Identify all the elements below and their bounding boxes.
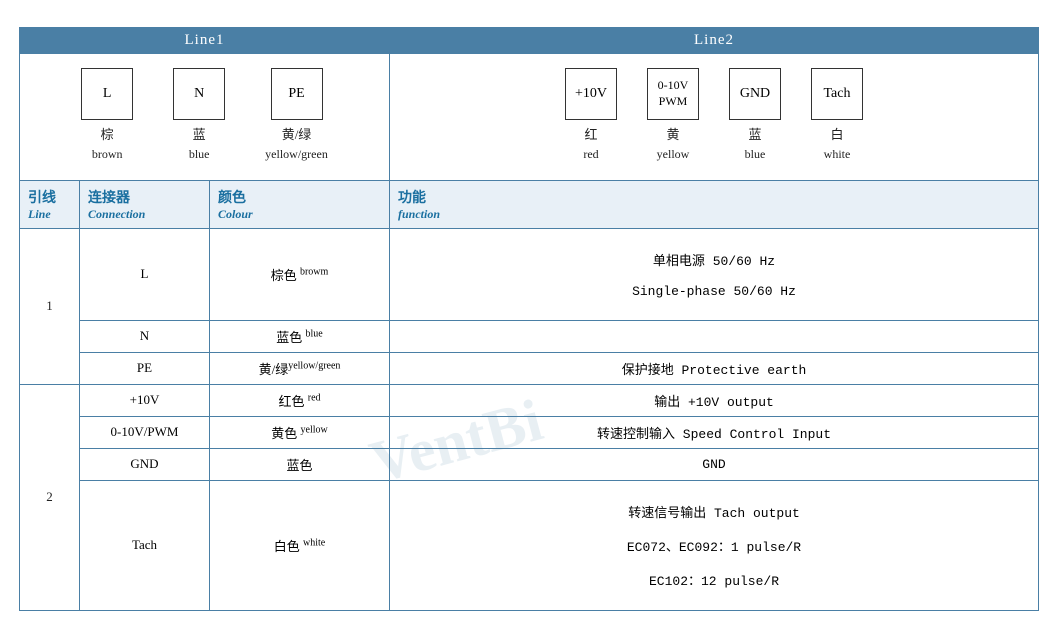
- connector-10V: +10V 红 red: [565, 68, 617, 162]
- table-row: Tach 白色 white 转速信号输出 Tach output EC072、E…: [20, 480, 1039, 610]
- connector-box-N: N: [173, 68, 225, 120]
- connector-cn-PWM: 黄: [666, 124, 679, 143]
- col-header-colour: 颜色 Colour: [210, 180, 390, 228]
- table-row: 1 L 棕色 browm 单相电源 50/60 Hz Single-phase …: [20, 228, 1039, 320]
- connection-GND: GND: [80, 448, 210, 480]
- table-row: PE 黄/绿yellow/green 保护接地 Protective earth: [20, 352, 1039, 384]
- connector-box-GND: GND: [729, 68, 781, 120]
- connector-box-L: L: [81, 68, 133, 120]
- function-Tach: 转速信号输出 Tach output EC072、EC092：1 pulse/R…: [390, 480, 1039, 610]
- line2-diagram: +10V 红 red 0-10V PWM 黄 yellow: [390, 53, 1039, 180]
- colour-white: 白色 white: [210, 480, 390, 610]
- colour-yellow: 黄色 yellow: [210, 416, 390, 448]
- connector-N: N 蓝 blue: [173, 68, 225, 162]
- connector-en-L: brown: [92, 147, 123, 162]
- function-10V: 输出 +10V output: [390, 384, 1039, 416]
- connector-cn-L: 棕: [101, 124, 114, 143]
- connector-symbol-L: L: [103, 86, 112, 102]
- col-connection-cn: 连接器: [88, 187, 201, 207]
- connector-en-GND: blue: [745, 147, 766, 162]
- function-PWM: 转速控制输入 Speed Control Input: [390, 416, 1039, 448]
- connector-symbol-GND: GND: [740, 86, 770, 102]
- connector-symbol-PWM-2: PWM: [659, 94, 688, 110]
- col-connection-en: Connection: [88, 207, 201, 222]
- function-L: 单相电源 50/60 Hz Single-phase 50/60 Hz: [390, 228, 1039, 320]
- connection-10V: +10V: [80, 384, 210, 416]
- connector-cn-10V: 红: [584, 124, 597, 143]
- col-line-en: Line: [28, 207, 71, 222]
- main-table: Line1 Line2 L 棕 brown: [19, 27, 1039, 611]
- connector-en-Tach: white: [824, 147, 851, 162]
- col-colour-en: Colour: [218, 207, 381, 222]
- connector-symbol-PE: PE: [288, 86, 304, 102]
- table-row: GND 蓝色 GND: [20, 448, 1039, 480]
- line1-diagram: L 棕 brown N 蓝 blue: [20, 53, 390, 180]
- connector-GND: GND 蓝 blue: [729, 68, 781, 162]
- colour-en-pe: yellow/green: [288, 360, 340, 371]
- connector-cn-PE: 黄/绿: [282, 124, 312, 143]
- connection-PWM: 0-10V/PWM: [80, 416, 210, 448]
- connector-symbol-10V: +10V: [575, 86, 607, 102]
- colour-blue-2: 蓝色: [210, 448, 390, 480]
- connection-N: N: [80, 320, 210, 352]
- colour-brown: 棕色 browm: [210, 228, 390, 320]
- connector-box-PWM: 0-10V PWM: [647, 68, 699, 120]
- colour-blue: 蓝色 blue: [210, 320, 390, 352]
- line2-header: Line2: [390, 27, 1039, 53]
- col-line-cn: 引线: [28, 187, 71, 207]
- connection-PE: PE: [80, 352, 210, 384]
- connector-Tach: Tach 白 white: [811, 68, 863, 162]
- line1-header: Line1: [20, 27, 390, 53]
- function-PE: 保护接地 Protective earth: [390, 352, 1039, 384]
- col-colour-cn: 颜色: [218, 187, 381, 207]
- connector-PE: PE 黄/绿 yellow/green: [265, 68, 328, 162]
- connector-box-10V: +10V: [565, 68, 617, 120]
- line-number-2: 2: [20, 384, 80, 610]
- connector-symbol-N: N: [194, 86, 204, 102]
- table-row: 2 +10V 红色 red 输出 +10V output: [20, 384, 1039, 416]
- connector-en-10V: red: [583, 147, 598, 162]
- line-number-1: 1: [20, 228, 80, 384]
- diagram-row: L 棕 brown N 蓝 blue: [20, 53, 1039, 180]
- col-header-function: 功能 function: [390, 180, 1039, 228]
- connection-L: L: [80, 228, 210, 320]
- colour-yellow-green: 黄/绿yellow/green: [210, 352, 390, 384]
- connector-en-PE: yellow/green: [265, 147, 328, 162]
- connector-box-PE: PE: [271, 68, 323, 120]
- col-function-cn: 功能: [398, 187, 1030, 207]
- connector-en-N: blue: [189, 147, 210, 162]
- function-GND: GND: [390, 448, 1039, 480]
- connector-box-Tach: Tach: [811, 68, 863, 120]
- connector-L: L 棕 brown: [81, 68, 133, 162]
- table-row: 0-10V/PWM 黄色 yellow 转速控制输入 Speed Control…: [20, 416, 1039, 448]
- col-function-en: function: [398, 207, 1030, 222]
- connector-cn-N: 蓝: [193, 124, 206, 143]
- connector-symbol-Tach: Tach: [823, 86, 850, 102]
- col-header-line: 引线 Line: [20, 180, 80, 228]
- connector-cn-Tach: 白: [830, 124, 843, 143]
- connector-symbol-PWM-1: 0-10V: [658, 78, 689, 94]
- connection-Tach: Tach: [80, 480, 210, 610]
- column-header-row: 引线 Line 连接器 Connection 颜色 Colour 功能 func…: [20, 180, 1039, 228]
- colour-red: 红色 red: [210, 384, 390, 416]
- connector-cn-GND: 蓝: [748, 124, 761, 143]
- connector-en-PWM: yellow: [657, 147, 690, 162]
- table-row: N 蓝色 blue: [20, 320, 1039, 352]
- connector-PWM: 0-10V PWM 黄 yellow: [647, 68, 699, 162]
- function-N: [390, 320, 1039, 352]
- col-header-connection: 连接器 Connection: [80, 180, 210, 228]
